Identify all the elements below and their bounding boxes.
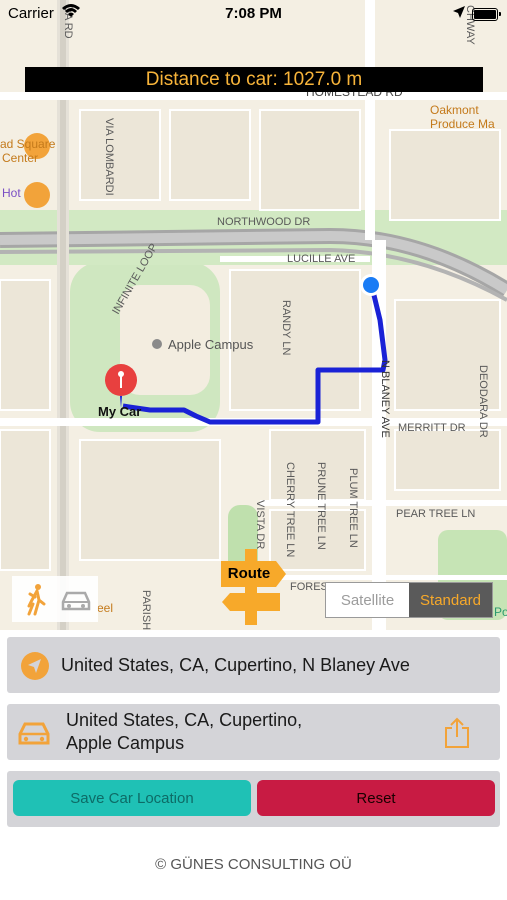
map-label: Po bbox=[494, 605, 507, 619]
car-location-line1: United States, CA, Cupertino, bbox=[66, 710, 303, 730]
my-car-label: My Car bbox=[98, 404, 142, 419]
map-label: LUCILLE AVE bbox=[287, 253, 355, 265]
user-location-dot bbox=[363, 277, 379, 293]
map-label: PRUNE TREE LN bbox=[315, 462, 327, 550]
map-label: Oakmont bbox=[430, 103, 479, 117]
status-bar: Carrier 7:08 PM bbox=[0, 0, 507, 28]
car-location-line2: Apple Campus bbox=[66, 733, 185, 753]
map-label: NORTHWOOD DR bbox=[217, 216, 310, 228]
car-mode-icon[interactable] bbox=[58, 582, 94, 616]
walking-icon[interactable] bbox=[18, 582, 54, 616]
current-location-text: United States, CA, Cupertino, N Blaney A… bbox=[61, 654, 410, 675]
map-label: RANDY LN bbox=[280, 300, 292, 355]
reset-button[interactable]: Reset bbox=[257, 780, 495, 816]
map-label: PLUM TREE LN bbox=[347, 468, 359, 548]
map-label: Produce Ma bbox=[430, 117, 495, 131]
standard-option[interactable]: Standard bbox=[409, 583, 492, 617]
route-label: Route bbox=[227, 565, 271, 582]
save-car-location-button[interactable]: Save Car Location bbox=[13, 780, 251, 816]
map-view[interactable]: HOMESTEAD RD NORTHWOOD DR LUCILLE AVE ME… bbox=[0, 0, 507, 630]
car-location-row[interactable]: United States, CA, Cupertino, Apple Camp… bbox=[7, 704, 500, 760]
transport-mode-selector bbox=[12, 576, 98, 622]
map-label: Apple Campus bbox=[168, 337, 254, 352]
map-label: Hot bbox=[2, 186, 21, 200]
location-arrow-icon bbox=[21, 652, 49, 680]
map-label: VIA LOMBARDI bbox=[103, 118, 115, 196]
map-label: CHERRY TREE LN bbox=[284, 462, 296, 557]
distance-banner: Distance to car: 1027.0 m bbox=[25, 67, 483, 92]
clock: 7:08 PM bbox=[225, 5, 282, 22]
car-icon bbox=[18, 722, 50, 745]
route-sign-icon[interactable] bbox=[218, 549, 288, 625]
map-label: VISTA DR bbox=[254, 500, 266, 549]
map-label: PARISH bbox=[140, 590, 152, 630]
map-label: eel bbox=[97, 601, 113, 615]
location-services-icon bbox=[453, 6, 465, 18]
map-label: Center bbox=[2, 151, 38, 165]
current-location-row[interactable]: United States, CA, Cupertino, N Blaney A… bbox=[7, 637, 500, 693]
map-label: PEAR TREE LN bbox=[396, 508, 475, 520]
map-label: MERRITT DR bbox=[398, 422, 466, 434]
share-icon[interactable] bbox=[442, 717, 472, 749]
satellite-option[interactable]: Satellite bbox=[326, 583, 409, 617]
map-label: N BLANEY AVE bbox=[379, 360, 391, 438]
copyright-footer: © GÜNES CONSULTING OÜ bbox=[155, 856, 352, 873]
map-label: DEODARA DR bbox=[477, 365, 489, 438]
map-label: ad Square bbox=[0, 137, 56, 151]
map-type-segmented-control: Satellite Standard bbox=[325, 582, 493, 618]
action-bar: Save Car Location Reset bbox=[7, 771, 500, 827]
battery-icon bbox=[472, 8, 501, 21]
car-location-text: United States, CA, Cupertino, Apple Camp… bbox=[66, 704, 440, 760]
poi-icon[interactable] bbox=[24, 182, 50, 208]
